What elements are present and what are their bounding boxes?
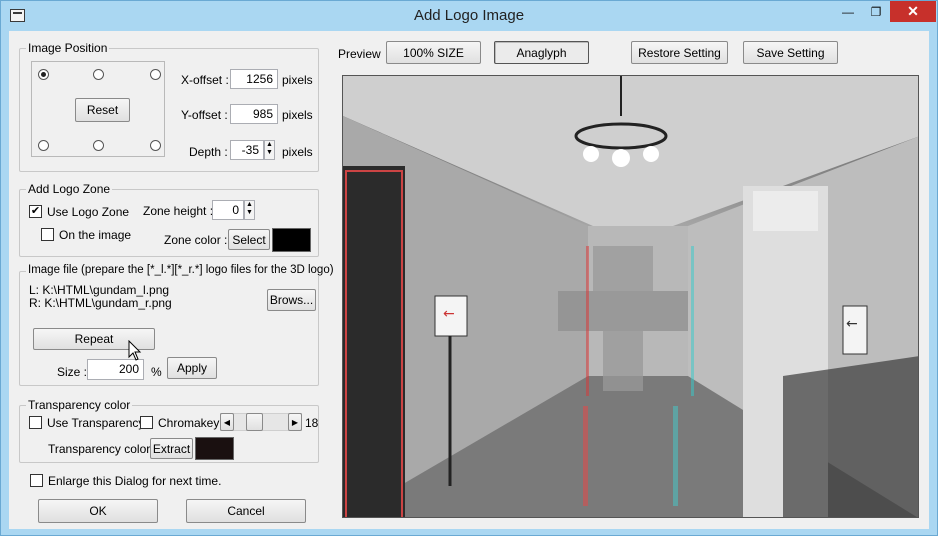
cancel-button[interactable]: Cancel (186, 499, 306, 523)
radio-bottom-right[interactable] (150, 140, 161, 151)
left-door (343, 166, 405, 517)
x-offset-label: X-offset : (181, 73, 229, 87)
transparency-label: Transparency color (26, 398, 133, 412)
depth-input[interactable]: -35 (230, 140, 264, 160)
enlarge-label: Enlarge this Dialog for next time. (48, 474, 222, 488)
reset-button[interactable]: Reset (75, 98, 130, 122)
zone-height-spinner[interactable]: ▲ ▼ (244, 200, 255, 220)
preview-scene: ← ← (343, 76, 918, 517)
apply-button[interactable]: Apply (167, 357, 217, 379)
zone-height-input[interactable]: 0 (212, 200, 244, 220)
radio-bottom-left[interactable] (38, 140, 49, 151)
window-title: Add Logo Image (413, 7, 525, 24)
y-offset-label: Y-offset : (181, 108, 228, 122)
left-sign-arrow: ← (443, 306, 455, 322)
preview-label: Preview (338, 47, 381, 61)
anaglyph-button[interactable]: Anaglyph (494, 41, 589, 64)
transparency-color-swatch[interactable] (195, 437, 234, 460)
radio-top-left[interactable] (38, 69, 49, 80)
use-transparency-label: Use Transparency (47, 416, 145, 430)
chandelier-light-2 (612, 149, 630, 167)
dialog-client: Image Position Reset X-offset : 1256 pix… (9, 31, 929, 529)
close-button[interactable]: ✕ (890, 1, 936, 22)
right-railing (783, 356, 918, 517)
slider-right-arrow[interactable]: ▶ (288, 413, 302, 431)
right-file-path: R: K:\HTML\gundam_r.png (29, 296, 172, 310)
y-offset-unit: pixels (282, 108, 313, 122)
browse-button[interactable]: Brows... (267, 289, 316, 311)
chromakey-label: Chromakey (158, 416, 220, 430)
preview-image[interactable]: ← ← (342, 75, 919, 518)
use-logo-zone-checkbox[interactable]: ✔ (29, 205, 42, 218)
y-offset-input[interactable]: 985 (230, 104, 278, 124)
image-position-label: Image Position (26, 41, 110, 55)
mouse-cursor-icon (128, 340, 142, 361)
size100-button[interactable]: 100% SIZE (386, 41, 481, 64)
use-transparency-checkbox[interactable] (29, 416, 42, 429)
enlarge-checkbox[interactable] (30, 474, 43, 487)
dialog-window: Add Logo Image — ❐ ✕ Image Position Rese… (0, 0, 938, 536)
zone-color-label: Zone color : (164, 233, 228, 247)
size-unit: % (151, 365, 162, 379)
chromakey-value: 18 (305, 416, 319, 430)
maximize-button[interactable]: ❐ (863, 1, 889, 22)
zone-height-label: Zone height : (143, 204, 214, 218)
slider-thumb[interactable] (246, 413, 263, 431)
size-label: Size : (57, 365, 88, 379)
minimize-button[interactable]: — (835, 1, 861, 22)
zone-color-select-button[interactable]: Select (228, 229, 270, 250)
chandelier-light-3 (643, 146, 659, 162)
use-logo-zone-label: Use Logo Zone (47, 205, 130, 219)
ok-button[interactable]: OK (38, 499, 158, 523)
chandelier-light-1 (583, 146, 599, 162)
logo-zone-label: Add Logo Zone (26, 182, 113, 196)
title-bar[interactable]: Add Logo Image — ❐ ✕ (1, 1, 937, 31)
radio-bottom-center[interactable] (93, 140, 104, 151)
red-fringe (586, 246, 589, 396)
radio-top-right[interactable] (150, 69, 161, 80)
image-file-label: Image file (prepare the [*_l.*][*_r.*] l… (26, 264, 336, 276)
x-offset-unit: pixels (282, 73, 313, 87)
depth-label: Depth : (189, 145, 228, 159)
save-setting-button[interactable]: Save Setting (743, 41, 838, 64)
floor-reflection-red (583, 406, 588, 506)
on-image-label: On the image (59, 228, 132, 242)
x-offset-input[interactable]: 1256 (230, 69, 278, 89)
floor-reflection-cyan (673, 406, 678, 506)
transparency-color-label: Transparency color : (48, 442, 157, 456)
cyan-fringe (691, 246, 694, 396)
size-input[interactable]: 200 (87, 359, 144, 380)
left-file-path: L: K:\HTML\gundam_l.png (29, 283, 170, 297)
restore-setting-button[interactable]: Restore Setting (631, 41, 728, 64)
right-sign-arrow: ← (846, 316, 858, 332)
on-image-checkbox[interactable] (41, 228, 54, 241)
pillar-capital (753, 191, 818, 231)
depth-spinner[interactable]: ▲ ▼ (264, 140, 275, 160)
depth-unit: pixels (282, 145, 313, 159)
extract-button[interactable]: Extract (150, 438, 193, 459)
chromakey-checkbox[interactable] (140, 416, 153, 429)
slider-left-arrow[interactable]: ◀ (220, 413, 234, 431)
zone-color-swatch[interactable] (272, 228, 311, 252)
radio-top-center[interactable] (93, 69, 104, 80)
